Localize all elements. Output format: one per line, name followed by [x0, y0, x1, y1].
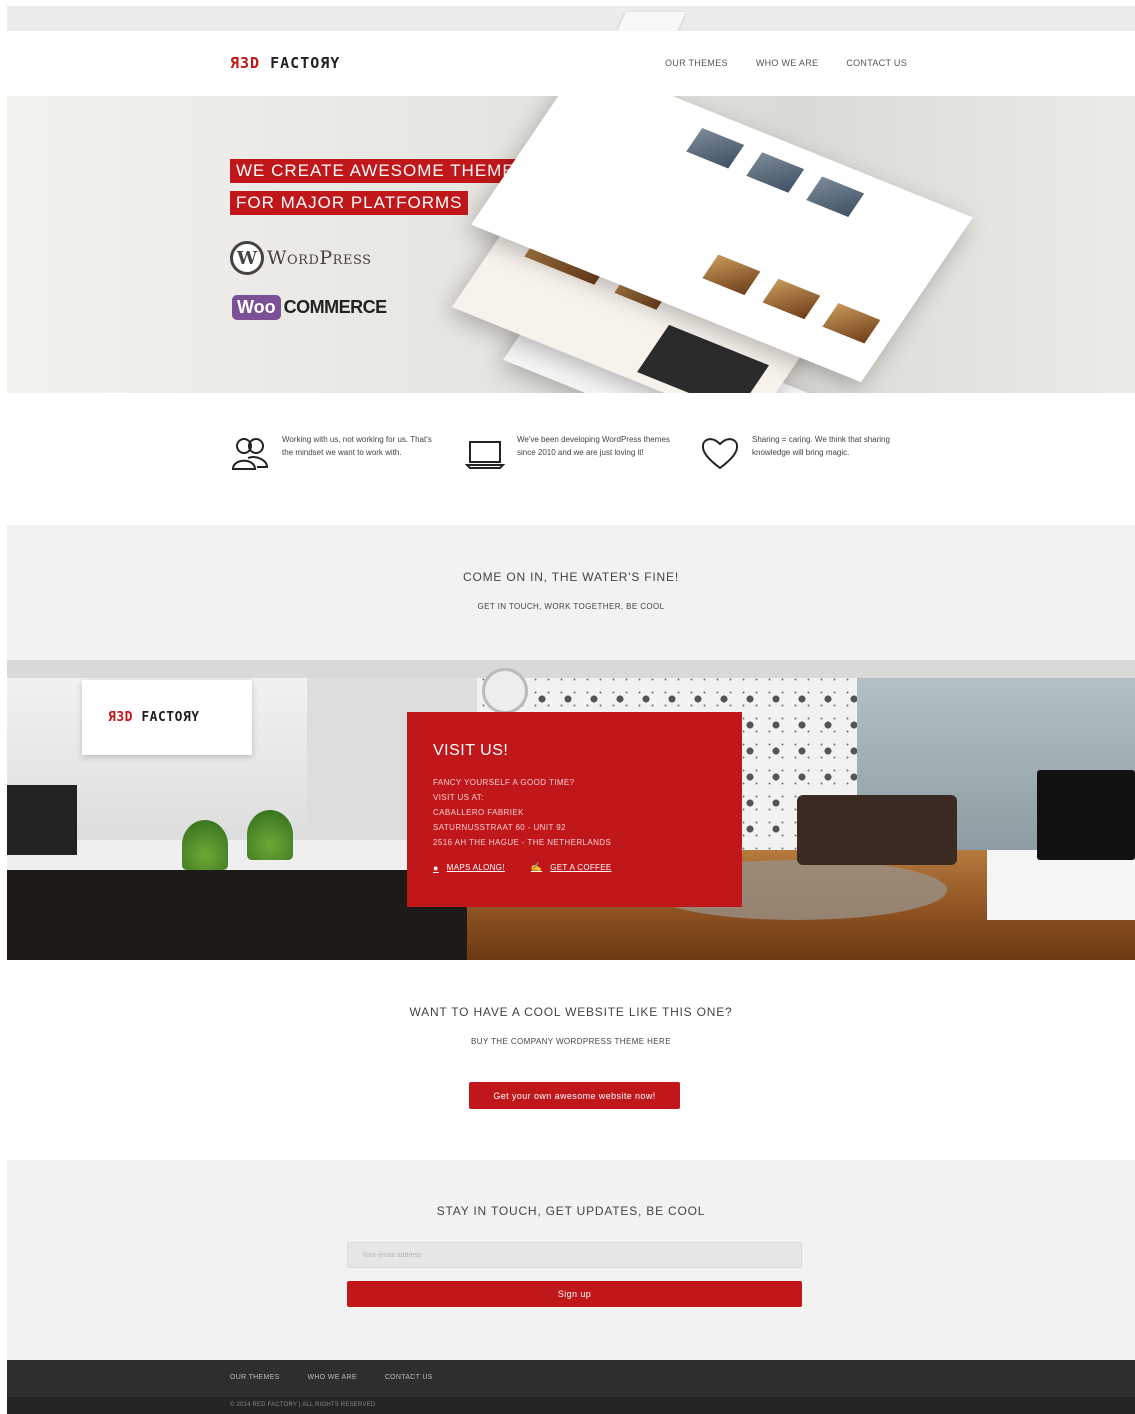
footer-nav-contact-us[interactable]: CONTACT US [385, 1374, 433, 1381]
wordpress-icon: W [230, 241, 264, 275]
visit-line: CABALLERO FABRIEK [433, 808, 524, 817]
wordpress-logo: W WordPress [230, 241, 372, 275]
site-logo[interactable]: ЯЗD FACTOЯY [230, 54, 340, 72]
newsletter-title: STAY IN TOUCH, GET UPDATES, BE COOL [436, 1204, 706, 1218]
office-photo: ЯЗD FACTOЯY VISIT US! FANCY YOURSELF A G… [7, 660, 1135, 960]
woocommerce-logo: Woo COMMERCE [232, 295, 387, 320]
footer-nav-who-we-are[interactable]: WHO WE ARE [308, 1374, 357, 1381]
sign-up-button[interactable]: Sign up [347, 1281, 802, 1307]
visit-title: VISIT US! [433, 742, 509, 759]
laptop-icon [465, 441, 505, 469]
invite-title: COME ON IN, THE WATER'S FINE! [463, 570, 679, 584]
cta-section: WANT TO HAVE A COOL WEBSITE LIKE THIS ON… [7, 960, 1135, 1160]
invite-section: COME ON IN, THE WATER'S FINE! GET IN TOU… [7, 525, 1135, 660]
coffee-link-label: GET A COFFEE [550, 863, 612, 872]
hero-banner: WE CREATE AWESOME THEMES FOR MAJOR PLATF… [7, 96, 1135, 393]
nav-our-themes[interactable]: OUR THEMES [665, 58, 728, 68]
copyright-bar: © 2014 RED FACTORY | ALL RIGHTS RESERVED [7, 1397, 1135, 1414]
visit-line: 2516 AH THE HAGUE - THE NETHERLANDS [433, 838, 612, 847]
cta-title: WANT TO HAVE A COOL WEBSITE LIKE THIS ON… [409, 1005, 733, 1019]
feature-text: Sharing = caring. We think that sharing … [752, 435, 890, 457]
logo-dark-part: FACTOЯY [270, 54, 341, 72]
users-icon [231, 438, 269, 470]
map-pin-icon: ● [433, 862, 439, 873]
invite-subtitle: GET IN TOUCH, WORK TOGETHER, BE COOL [477, 602, 665, 611]
newsletter-section: STAY IN TOUCH, GET UPDATES, BE COOL Sign… [7, 1160, 1135, 1360]
clock-icon [482, 668, 528, 714]
features-section: Working with us, not working for us. Tha… [7, 393, 1135, 525]
visit-line: SATURNUSSTRAAT 60 - UNIT 92 [433, 823, 566, 832]
woo-wordmark: COMMERCE [283, 297, 388, 317]
feature-text: Working with us, not working for us. Tha… [282, 435, 432, 457]
feature-sharing: Sharing = caring. We think that sharing … [700, 433, 912, 473]
feature-experience: We've been developing WordPress themes s… [465, 433, 677, 473]
feature-text: We've been developing WordPress themes s… [517, 435, 670, 457]
visit-line: VISIT US AT: [433, 793, 484, 802]
site-footer: OUR THEMES WHO WE ARE CONTACT US [7, 1360, 1135, 1397]
heart-icon [701, 438, 739, 470]
maps-link[interactable]: ● MAPS ALONG! [433, 862, 505, 873]
nav-who-we-are[interactable]: WHO WE ARE [756, 58, 819, 68]
copyright-text: © 2014 RED FACTORY | ALL RIGHTS RESERVED [230, 1402, 376, 1408]
coffee-link[interactable]: ✍ GET A COFFEE [531, 862, 612, 873]
logo-red-part: ЯЗD [230, 54, 261, 72]
main-nav: OUR THEMES WHO WE ARE CONTACT US [665, 58, 907, 68]
email-input[interactable] [347, 1242, 802, 1268]
nav-contact-us[interactable]: CONTACT US [846, 58, 907, 68]
thumbs-up-icon: ✍ [530, 862, 543, 872]
woo-bubble: Woo [232, 295, 281, 320]
visit-line: FANCY YOURSELF A GOOD TIME? [433, 778, 575, 787]
feature-collaboration: Working with us, not working for us. Tha… [230, 433, 442, 473]
footer-nav: OUR THEMES WHO WE ARE CONTACT US [230, 1374, 433, 1381]
hero-headline-line-1: WE CREATE AWESOME THEMES [230, 159, 533, 183]
hero-headline-line-2: FOR MAJOR PLATFORMS [230, 191, 469, 215]
get-website-button[interactable]: Get your own awesome website now! [469, 1082, 680, 1109]
sofa [797, 795, 957, 865]
site-header: ЯЗD FACTOЯY OUR THEMES WHO WE ARE CONTAC… [7, 31, 1135, 96]
office-logo-sign: ЯЗD FACTOЯY [82, 680, 252, 755]
visit-us-card: VISIT US! FANCY YOURSELF A GOOD TIME? VI… [407, 712, 742, 907]
wordpress-wordmark: WordPress [267, 247, 372, 269]
footer-nav-our-themes[interactable]: OUR THEMES [230, 1374, 280, 1381]
maps-link-label: MAPS ALONG! [446, 863, 505, 872]
cta-subtitle: BUY THE COMPANY WORDPRESS THEME HERE [471, 1037, 671, 1046]
top-strip [7, 6, 1135, 42]
